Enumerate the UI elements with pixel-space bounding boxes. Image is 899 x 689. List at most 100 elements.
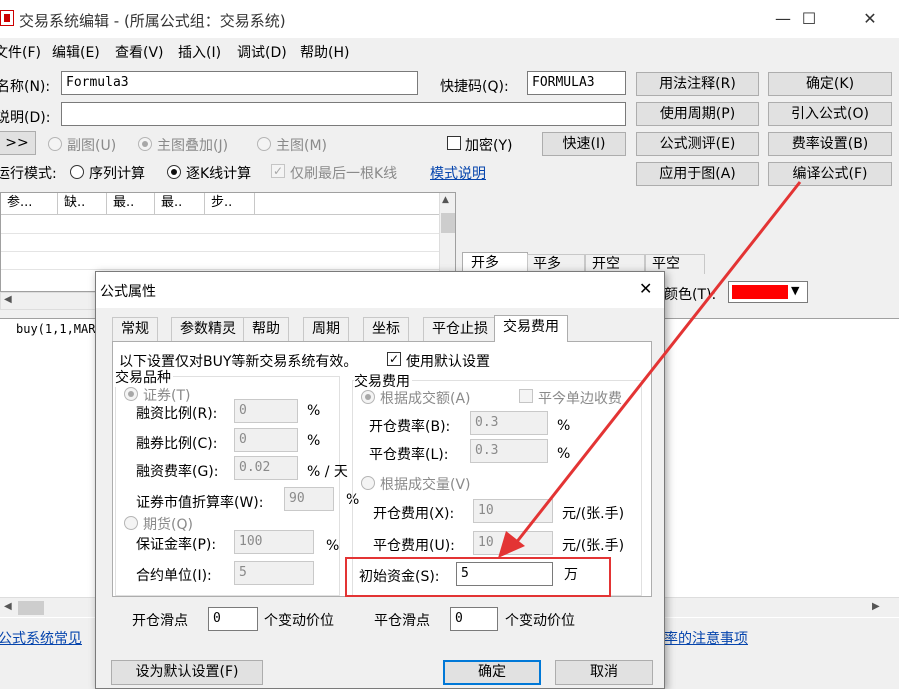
open-rate-unit: %: [557, 418, 571, 434]
close-fee-input[interactable]: 10: [473, 531, 553, 555]
usage-period-button[interactable]: 使用周期(P): [636, 102, 759, 126]
menu-view[interactable]: 查看(V): [115, 42, 164, 62]
shortcut-input[interactable]: FORMULA3: [527, 71, 626, 95]
encrypt-label: 加密(Y): [465, 138, 513, 154]
scroll-left-icon[interactable]: ◀: [4, 294, 12, 305]
margin-rate-label: 融资费率(G):: [136, 464, 219, 480]
column-header[interactable]: 参...: [1, 193, 58, 215]
color-select[interactable]: ▼: [728, 281, 808, 303]
compile-formula-button[interactable]: 编译公式(F): [768, 162, 892, 186]
menu-insert[interactable]: 插入(I): [178, 42, 221, 62]
mode-sequence-label: 序列计算: [89, 166, 145, 182]
menu-file[interactable]: 文件(F): [0, 42, 41, 62]
import-formula-button[interactable]: 引入公式(O): [768, 102, 892, 126]
dialog-close-icon[interactable]: ✕: [639, 279, 652, 298]
close-slippage-input[interactable]: 0: [450, 607, 498, 631]
fee-notes-link[interactable]: 率的注意事项: [664, 628, 748, 648]
grid-line: [1, 269, 439, 270]
grid-line: [1, 233, 439, 234]
scroll-left-icon[interactable]: ◀: [4, 601, 12, 612]
initial-capital-unit: 万: [564, 567, 578, 583]
initial-capital-label: 初始资金(S):: [359, 569, 440, 585]
futures-radio[interactable]: [124, 516, 138, 530]
run-mode-label: 运行模式:: [0, 166, 57, 182]
menu-debug[interactable]: 调试(D): [237, 42, 287, 62]
fee-settings-button[interactable]: 费率设置(B): [768, 132, 892, 156]
tab-coordinates[interactable]: 坐标: [363, 317, 409, 341]
sub-chart-radio[interactable]: [48, 137, 62, 151]
close-slippage-label: 平仓滑点: [374, 613, 430, 629]
scroll-right-icon[interactable]: ▶: [872, 601, 880, 612]
open-fee-input[interactable]: 10: [473, 499, 553, 523]
discount-input[interactable]: 90: [284, 487, 334, 511]
open-slippage-input[interactable]: 0: [208, 607, 258, 631]
discount-label: 证券市值折算率(W):: [136, 495, 264, 511]
close-today-checkbox[interactable]: [519, 389, 533, 403]
refresh-last-label: 仅刷最后一根K线: [290, 166, 398, 182]
close-rate-input[interactable]: 0.3: [470, 439, 548, 463]
close-button[interactable]: ✕: [847, 6, 893, 32]
use-default-label: 使用默认设置: [406, 354, 490, 370]
tab-param-wizard[interactable]: 参数精灵: [171, 317, 245, 341]
formula-eval-button[interactable]: 公式测评(E): [636, 132, 759, 156]
set-default-button[interactable]: 设为默认设置(F): [111, 660, 263, 685]
dialog-ok-button[interactable]: 确定: [443, 660, 541, 685]
tab-trading-fees[interactable]: 交易费用: [494, 315, 568, 342]
margin-rate-input[interactable]: 0.02: [234, 456, 298, 480]
deposit-unit: %: [326, 538, 340, 554]
menu-edit[interactable]: 编辑(E): [52, 42, 100, 62]
main-chart-label: 主图(M): [276, 138, 328, 154]
usage-notes-button[interactable]: 用法注释(R): [636, 72, 759, 96]
tab-period[interactable]: 周期: [303, 317, 349, 341]
mode-sequence-radio[interactable]: [70, 165, 84, 179]
shortcut-label: 快捷码(Q):: [440, 79, 509, 95]
by-amount-radio[interactable]: [361, 390, 375, 404]
mode-kline-radio[interactable]: [167, 165, 181, 179]
mode-help-link[interactable]: 模式说明: [430, 163, 486, 183]
main-overlay-radio[interactable]: [138, 137, 152, 151]
tab-help[interactable]: 帮助: [243, 317, 289, 341]
color-label: 颜色(T):: [664, 287, 717, 303]
contract-unit-input[interactable]: 5: [234, 561, 314, 585]
open-slippage-label: 开仓滑点: [132, 613, 188, 629]
scroll-thumb[interactable]: [441, 213, 455, 233]
tab-stop-loss[interactable]: 平仓止损: [423, 317, 497, 341]
encrypt-checkbox[interactable]: [447, 136, 461, 150]
column-header[interactable]: 最..: [155, 193, 205, 215]
short-ratio-input[interactable]: 0: [234, 428, 298, 452]
securities-radio[interactable]: [124, 387, 138, 401]
scroll-up-icon[interactable]: ▲: [442, 195, 449, 205]
close-rate-label: 平仓费率(L):: [369, 447, 449, 463]
chevron-down-icon[interactable]: ▼: [791, 284, 799, 297]
column-header[interactable]: 步..: [205, 193, 255, 215]
scroll-thumb[interactable]: [18, 601, 44, 615]
parameter-grid-header: 参... 缺.. 最.. 最.. 步..: [1, 193, 439, 215]
tab-general[interactable]: 常规: [112, 317, 158, 341]
main-chart-radio[interactable]: [257, 137, 271, 151]
description-input[interactable]: [61, 102, 626, 126]
close-rate-unit: %: [557, 446, 571, 462]
margin-ratio-input[interactable]: 0: [234, 399, 298, 423]
open-rate-input[interactable]: 0.3: [470, 411, 548, 435]
apply-chart-button[interactable]: 应用于图(A): [636, 162, 759, 186]
formula-faq-link[interactable]: 公式系统常见: [0, 628, 82, 648]
initial-capital-input[interactable]: 5: [456, 562, 553, 586]
expand-button[interactable]: >>: [0, 131, 36, 155]
securities-label: 证券(T): [143, 388, 191, 404]
name-input[interactable]: Formula3: [61, 71, 418, 95]
dialog-cancel-button[interactable]: 取消: [555, 660, 653, 685]
column-header[interactable]: 最..: [107, 193, 155, 215]
maximize-button[interactable]: ☐: [786, 6, 832, 32]
by-volume-radio[interactable]: [361, 476, 375, 490]
futures-label: 期货(Q): [143, 517, 193, 533]
color-swatch: [732, 285, 788, 299]
deposit-input[interactable]: 100: [234, 530, 314, 554]
close-slippage-unit: 个变动价位: [505, 613, 575, 629]
refresh-last-checkbox[interactable]: ✓: [271, 164, 285, 178]
use-default-checkbox[interactable]: ✓: [387, 352, 401, 366]
ok-button[interactable]: 确定(K): [768, 72, 892, 96]
quick-button[interactable]: 快速(I): [542, 132, 626, 156]
menu-help[interactable]: 帮助(H): [300, 42, 349, 62]
contract-unit-label: 合约单位(I):: [136, 568, 212, 584]
column-header[interactable]: 缺..: [58, 193, 107, 215]
